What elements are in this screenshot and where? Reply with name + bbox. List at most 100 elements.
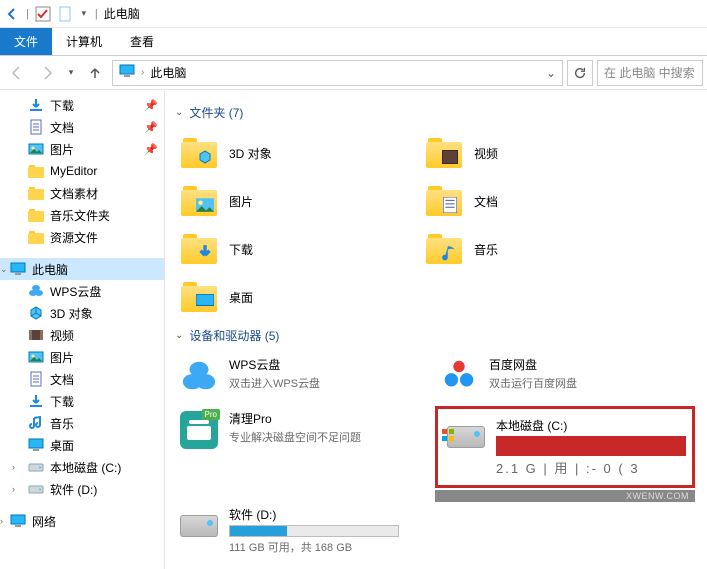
sidebar-label: 文档 (50, 371, 74, 388)
folder-icon (424, 229, 464, 269)
device-subtitle: 双击运行百度网盘 (489, 375, 577, 391)
folder-item[interactable]: 视频 (420, 129, 665, 177)
video-icon (28, 327, 44, 343)
device-subtitle: 111 GB 可用，共 168 GB (229, 539, 399, 555)
folder-item[interactable]: 音乐 (420, 225, 665, 273)
sidebar-item[interactable]: 下载 (0, 390, 164, 412)
download-icon (28, 393, 44, 409)
sidebar-item[interactable]: 3D 对象 (0, 302, 164, 324)
tab-file[interactable]: 文件 (0, 28, 52, 55)
folder-item[interactable]: 下载 (175, 225, 420, 273)
device-label: 软件 (D:) (229, 506, 399, 523)
pin-icon: 📌 (144, 143, 158, 156)
tab-computer[interactable]: 计算机 (52, 28, 116, 55)
device-icon (179, 356, 219, 396)
chevron-down-icon[interactable]: ⌄ (0, 264, 8, 275)
file-icon (57, 6, 73, 22)
nav-forward-button[interactable] (34, 60, 60, 86)
device-label: 百度网盘 (489, 356, 577, 373)
sidebar-item[interactable]: 音乐 (0, 412, 164, 434)
sidebar-item[interactable]: 文档📌 (0, 116, 164, 138)
sidebar-item[interactable]: 音乐文件夹 (0, 204, 164, 226)
address-location: 此电脑 (150, 64, 186, 81)
chevron-right-icon[interactable]: › (12, 462, 15, 472)
sidebar-item[interactable]: 下载📌 (0, 94, 164, 116)
window-title: 此电脑 (104, 5, 140, 22)
folder-icon (179, 229, 219, 269)
device-label: WPS云盘 (229, 356, 320, 373)
sidebar-item-network[interactable]: › 网络 (0, 510, 164, 532)
folder-item[interactable]: 桌面 (175, 273, 420, 321)
device-subtitle: 专业解决磁盘空间不足问题 (229, 429, 361, 445)
sidebar-label: 软件 (D:) (50, 481, 97, 498)
sidebar-item[interactable]: 桌面 (0, 434, 164, 456)
nav-up-button[interactable] (82, 60, 108, 86)
device-item[interactable]: 本地磁盘 (C:)2.1 G | 用 | :- 0 ( 3 (442, 413, 688, 481)
folder-item[interactable]: 图片 (175, 177, 420, 225)
device-subtitle: 2.1 G | 用 | :- 0 ( 3 (496, 458, 686, 477)
folder-item[interactable]: 文档 (420, 177, 665, 225)
sidebar-item[interactable]: MyEditor (0, 160, 164, 182)
sidebar-item[interactable]: 文档 (0, 368, 164, 390)
sidebar-item[interactable]: 资源文件 (0, 226, 164, 248)
address-dropdown-icon[interactable]: ⌄ (546, 66, 556, 80)
folder-label: 下载 (229, 241, 253, 258)
section-title: 设备和驱动器 (5) (189, 327, 279, 344)
address-bar[interactable]: › 此电脑 ⌄ (112, 60, 563, 86)
folder-icon (28, 207, 44, 223)
watermark: XWENW.COM (435, 490, 695, 502)
nav-recent-dropdown[interactable]: ▾ (64, 60, 78, 86)
folder-icon (424, 181, 464, 221)
back-chevron-icon[interactable] (4, 6, 20, 22)
tab-view[interactable]: 查看 (116, 28, 168, 55)
sidebar-item[interactable]: 视频 (0, 324, 164, 346)
section-devices-header[interactable]: ⌄ 设备和驱动器 (5) (175, 327, 697, 344)
monitor-icon (119, 63, 135, 82)
pic-icon (28, 349, 44, 365)
drive-icon (28, 481, 44, 497)
drive-usage-obscured (496, 436, 686, 456)
device-item[interactable]: 软件 (D:) 111 GB 可用，共 168 GB (175, 502, 435, 559)
section-folders-header[interactable]: ⌄ 文件夹 (7) (175, 104, 697, 121)
titlebar: | ▾ | 此电脑 (0, 0, 707, 28)
folder-icon (28, 163, 44, 179)
device-item[interactable]: 百度网盘双击运行百度网盘 (435, 352, 695, 400)
sidebar-label: 下载 (50, 393, 74, 410)
sidebar-item-thispc[interactable]: ⌄ 此电脑 (0, 258, 164, 280)
nav-back-button[interactable] (4, 60, 30, 86)
sidebar-item[interactable]: 图片 📌 (0, 138, 164, 160)
sidebar-item[interactable]: 图片 (0, 346, 164, 368)
sidebar-item[interactable]: 文档素材 (0, 182, 164, 204)
sidebar-label: 文档素材 (50, 185, 98, 202)
sidebar-label: 3D 对象 (50, 305, 93, 322)
device-item[interactable]: Pro清理Pro专业解决磁盘空间不足问题 (175, 406, 435, 496)
pic-icon (28, 141, 44, 157)
search-box[interactable]: 在 此电脑 中搜索 (597, 60, 703, 86)
chevron-right-icon[interactable]: › (0, 516, 3, 526)
folder-label: 文档 (474, 193, 498, 210)
sidebar-label: 下载 (50, 97, 74, 114)
sidebar-label: MyEditor (50, 164, 97, 178)
sidebar-item[interactable]: › 软件 (D:) (0, 478, 164, 500)
sidebar-label: 本地磁盘 (C:) (50, 459, 121, 476)
highlight-annotation: 本地磁盘 (C:)2.1 G | 用 | :- 0 ( 3 (435, 406, 695, 488)
sidebar-label: 图片 (50, 141, 74, 158)
folder-icon (424, 133, 464, 173)
chevron-right-icon[interactable]: › (12, 484, 15, 494)
separator: | (95, 8, 98, 20)
sidebar-item[interactable]: WPS云盘 (0, 280, 164, 302)
checkbox-icon[interactable] (35, 6, 51, 22)
device-icon (446, 417, 486, 457)
device-item[interactable]: WPS云盘双击进入WPS云盘 (175, 352, 435, 400)
section-title: 文件夹 (7) (189, 104, 243, 121)
refresh-button[interactable] (567, 60, 593, 86)
3d-icon (28, 305, 44, 321)
folder-item[interactable]: 3D 对象 (175, 129, 420, 177)
sidebar-label: 音乐文件夹 (50, 207, 110, 224)
device-icon (439, 356, 479, 396)
folder-icon (28, 185, 44, 201)
ribbon-tabs: 文件 计算机 查看 (0, 28, 707, 56)
network-icon (10, 513, 26, 529)
sidebar-item[interactable]: › 本地磁盘 (C:) (0, 456, 164, 478)
dropdown-icon[interactable]: ▾ (79, 6, 89, 22)
